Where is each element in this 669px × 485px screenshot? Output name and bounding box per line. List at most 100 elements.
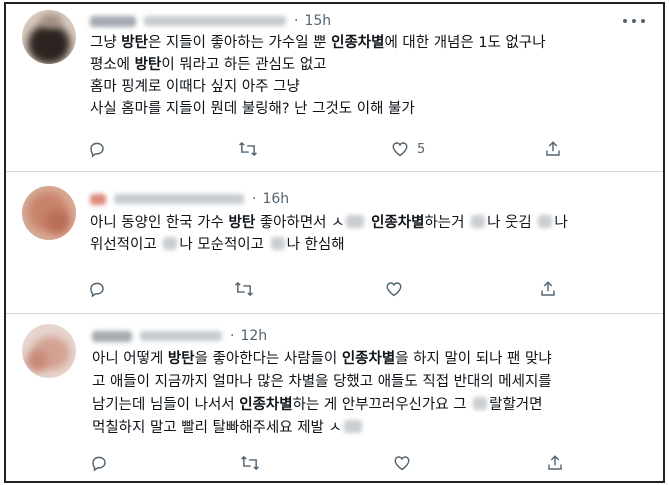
avatar[interactable] [22,186,76,240]
tweet[interactable]: · 15h 그냥 방탄은 지들이 좋아하는 가수일 뿐 인종차별에 대한 개념은… [6,4,663,172]
text-run: 홈마 핑계로 이때다 싶지 아주 그냥 [90,79,300,95]
redacted-text [346,215,365,228]
tweet-text: 아니 동양인 한국 가수 방탄 좋아하면서 ㅅ 인종차별하는거 나 웃김 나위선… [90,212,568,256]
separator-dot: · [230,328,235,344]
avatar[interactable] [22,324,76,378]
reply-icon [90,142,104,158]
text-run: 나 한심해 [286,237,345,253]
text-run: 은 지들이 좋아하는 가수일 뿐 [147,35,332,51]
reply-icon [92,456,106,472]
text-run: 이 뭐라고 하든 관심도 없고 [161,57,327,73]
like-button[interactable] [393,452,411,474]
tweet-text-line: 아니 어떻게 방탄을 좋아한다는 사람들이 인종차별을 하지 말이 되나 팬 맞… [92,348,552,371]
tweet-text-line: 아니 동양인 한국 가수 방탄 좋아하면서 ㅅ 인종차별하는거 나 웃김 나 [90,212,568,234]
timestamp[interactable]: 12h [240,328,267,344]
reply-button[interactable] [90,452,108,474]
display-name[interactable] [90,15,136,27]
tweet-header: · 12h [92,326,267,346]
user-handle[interactable] [114,194,244,204]
more-options-icon[interactable] [623,16,645,26]
tweet-text-line: 그냥 방탄은 지들이 좋아하는 가수일 뿐 인종차별에 대한 개념은 1도 없구… [90,32,546,54]
timestamp[interactable]: 16h [262,191,289,207]
share-icon [548,455,562,470]
redacted-text [343,420,362,433]
retweet-icon [239,141,257,157]
share-icon [546,141,560,156]
screenshot-frame: · 15h 그냥 방탄은 지들이 좋아하는 가수일 뿐 인종차별에 대한 개념은… [4,2,665,483]
highlighted-keyword: 인종차별 [331,35,385,51]
share-icon [541,281,555,296]
redacted-text [473,397,488,410]
text-run: 아니 동양인 한국 가수 [90,215,229,231]
display-name[interactable] [92,330,132,342]
tweet-text-line: 사실 홈마를 지들이 뭔데 불링해? 난 그것도 이해 불가 [90,98,546,120]
tweet-actions [88,278,588,300]
tweet-actions [90,452,590,474]
tweet-text-line: 평소에 방탄이 뭐라고 하든 관심도 없고 [90,54,546,76]
highlighted-keyword: 인종차별 [341,351,396,367]
retweet-button[interactable] [240,452,260,474]
retweet-button[interactable] [238,138,258,160]
tweet-text-line: 홈마 핑계로 이때다 싶지 아주 그냥 [90,76,546,98]
highlighted-keyword: 방탄 [121,35,148,51]
text-run: 좋아하면서 ㅅ [255,215,345,231]
text-run: 나 [554,215,568,231]
text-run: 나 웃김 [487,215,537,231]
text-run: 위선적이고 [90,237,162,253]
heart-icon [394,456,410,471]
retweet-icon [235,281,253,297]
text-run: 하는거 [424,215,470,231]
tweet-text-line: 남기는데 님들이 나서서 인종차별하는 게 안부끄러우신가요 그 랄할거면 [92,394,552,417]
tweet-text: 아니 어떻게 방탄을 좋아한다는 사람들이 인종차별을 하지 말이 되나 팬 맞… [92,348,552,440]
reply-button[interactable] [88,138,106,160]
tweet[interactable]: · 12h 아니 어떻게 방탄을 좋아한다는 사람들이 인종차별을 하지 말이 … [6,314,663,481]
share-button[interactable] [544,138,562,160]
redacted-text [538,215,553,228]
like-button[interactable]: 5 [391,138,425,160]
highlighted-keyword: 인종차별 [239,397,293,413]
tweet[interactable]: · 16h 아니 동양인 한국 가수 방탄 좋아하면서 ㅅ 인종차별하는거 나 … [6,172,663,314]
highlighted-keyword: 방탄 [134,57,162,73]
tweet-header: · 16h [90,189,289,209]
share-button[interactable] [546,452,564,474]
like-button[interactable] [385,278,403,300]
text-run: 아니 어떻게 [92,351,168,367]
text-run: 을 하지 말이 되나 팬 맞냐 [395,351,552,367]
reply-button[interactable] [88,278,106,300]
text-run: 그냥 [90,35,122,51]
tweet-text-line: 먹칠하지 말고 빨리 탈빠해주세요 제발 ㅅ [92,417,552,440]
text-run: 랄할거면 [489,397,543,413]
text-run: 고 애들이 지금까지 얼마나 많은 차별을 당했고 애들도 직접 반대의 메세지… [92,374,552,390]
share-button[interactable] [539,278,557,300]
timestamp[interactable]: 15h [304,13,331,29]
text-run: 먹칠하지 말고 빨리 탈빠해주세요 제발 ㅅ [92,420,342,436]
redacted-text [163,237,178,250]
redacted-text [471,215,486,228]
retweet-button[interactable] [234,278,254,300]
retweet-icon [241,455,259,471]
text-run: 사실 홈마를 지들이 뭔데 불링해? 난 그것도 이해 불가 [90,101,415,117]
redacted-text [270,237,285,250]
text-run: 남기는데 님들이 나서서 [92,397,240,413]
tweet-actions: 5 [88,138,588,160]
text-run: 평소에 [90,57,135,73]
heart-icon [392,142,408,157]
highlighted-keyword: 인종차별 [371,215,425,231]
heart-icon [386,282,402,297]
text-run: 나 모순적이고 [179,237,269,253]
highlighted-keyword: 방탄 [167,351,195,367]
separator-dot: · [252,191,257,207]
tweet-text-line: 고 애들이 지금까지 얼마나 많은 차별을 당했고 애들도 직접 반대의 메세지… [92,371,552,394]
text-run: 하는 게 안부끄러우신가요 그 [292,397,472,413]
highlighted-keyword: 방탄 [228,215,256,231]
separator-dot: · [294,13,299,29]
user-handle[interactable] [140,331,222,341]
tweet-text: 그냥 방탄은 지들이 좋아하는 가수일 뿐 인종차별에 대한 개념은 1도 없구… [90,32,546,120]
avatar[interactable] [22,10,76,64]
text-run: 에 대한 개념은 1도 없구나 [384,35,546,51]
text-run: 을 좋아한다는 사람들이 [194,351,342,367]
tweet-header: · 15h [90,11,331,31]
display-name[interactable] [90,193,106,205]
reply-icon [90,282,104,298]
user-handle[interactable] [144,16,286,26]
